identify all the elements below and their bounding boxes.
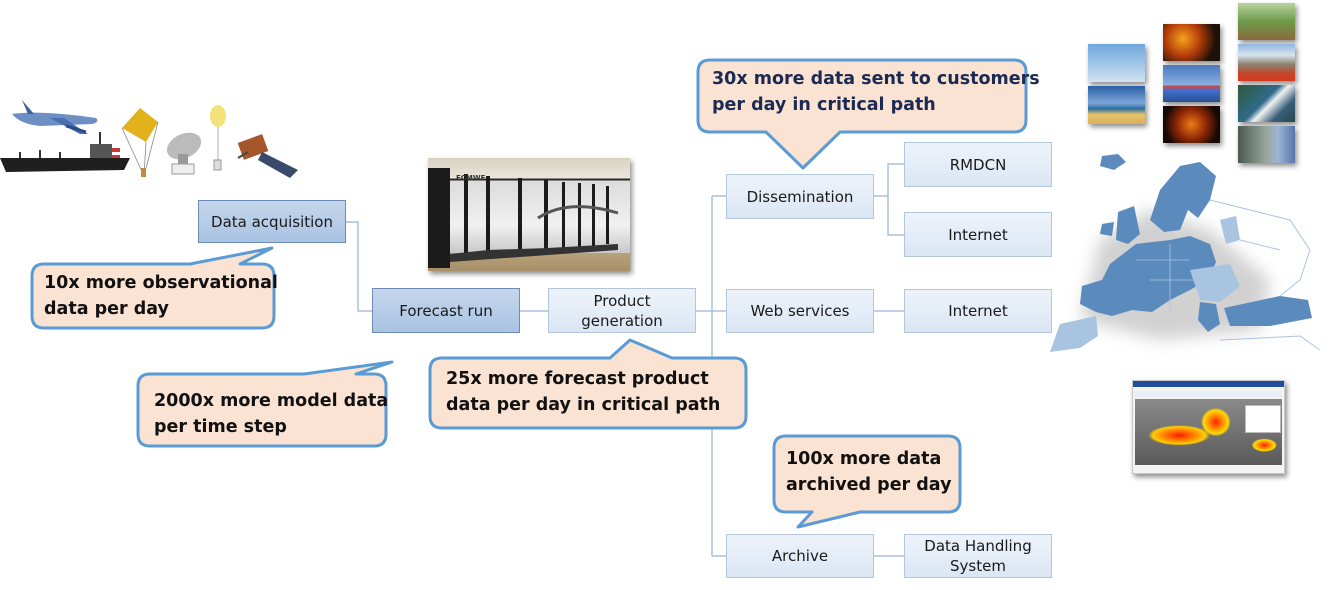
- callout-forecast-product: 25x more forecast product data per day i…: [446, 369, 721, 415]
- callout-model: 2000x more model data per time step: [154, 391, 389, 437]
- callout-observational: 10x more observational data per day: [44, 273, 278, 319]
- callout-archived: 100x more data archived per day: [786, 449, 952, 495]
- callout-customers: 30x more data sent to customers per day …: [712, 69, 1040, 115]
